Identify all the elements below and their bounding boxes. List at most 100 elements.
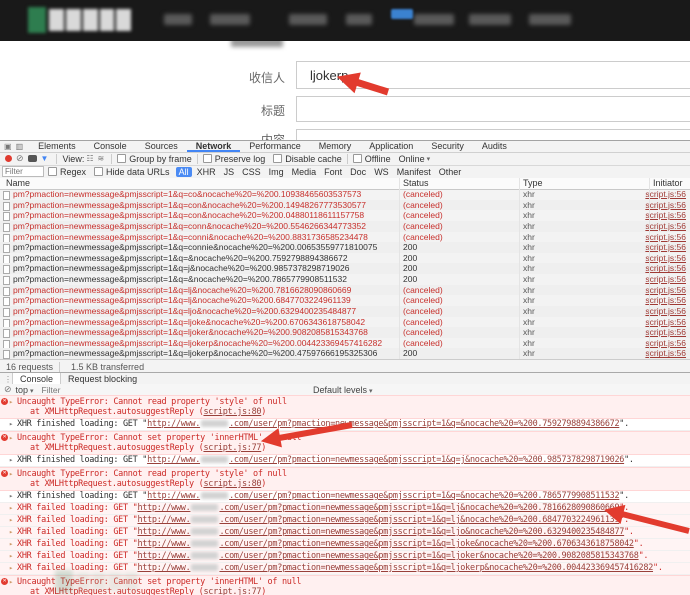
nav-item[interactable] bbox=[164, 14, 192, 25]
table-row[interactable]: pm?pmaction=newmessage&pmjsscript=1&q=lj… bbox=[0, 317, 690, 328]
nav-item[interactable] bbox=[414, 14, 454, 25]
initiator-link[interactable]: script.js:56 bbox=[645, 306, 686, 316]
filter-pill-xhr[interactable]: XHR bbox=[194, 167, 219, 177]
request-url-link[interactable]: http://www..com/user/pm?pmaction=newmess… bbox=[137, 503, 619, 513]
table-row[interactable]: pm?pmaction=newmessage&pmjsscript=1&q=lj… bbox=[0, 306, 690, 317]
request-url-link[interactable]: http://www..com/user/pm?pmaction=newmess… bbox=[137, 515, 619, 525]
initiator-link[interactable]: script.js:56 bbox=[645, 348, 686, 358]
recipient-input[interactable] bbox=[296, 61, 690, 89]
initiator-link[interactable]: script.js:56 bbox=[645, 232, 686, 242]
filter-pill-ws[interactable]: WS bbox=[371, 167, 392, 177]
expand-triangle-icon[interactable]: ▸ bbox=[9, 503, 13, 514]
inspect-element-icon[interactable]: ▣ bbox=[4, 142, 12, 151]
expand-triangle-icon[interactable]: ▸ bbox=[9, 577, 13, 587]
table-row[interactable]: pm?pmaction=newmessage&pmjsscript=1&q=lj… bbox=[0, 295, 690, 306]
expand-triangle-icon[interactable]: ▸ bbox=[9, 433, 13, 443]
initiator-link[interactable]: script.js:56 bbox=[645, 253, 686, 263]
table-row[interactable]: pm?pmaction=newmessage&pmjsscript=1&q=co… bbox=[0, 242, 690, 253]
request-url-link[interactable]: http://www..com/user/pm?pmaction=newmess… bbox=[147, 455, 624, 465]
expand-triangle-icon[interactable]: ▸ bbox=[9, 455, 13, 466]
title-input[interactable] bbox=[296, 96, 690, 122]
preserve-log-checkbox[interactable] bbox=[203, 154, 212, 163]
filter-pill-js[interactable]: JS bbox=[221, 167, 238, 177]
network-filter-input[interactable] bbox=[2, 166, 44, 177]
console-filter-input[interactable] bbox=[40, 384, 194, 396]
expand-triangle-icon[interactable]: ▸ bbox=[9, 491, 13, 502]
filter-pill-all[interactable]: All bbox=[176, 167, 192, 177]
tab-sources[interactable]: Sources bbox=[136, 141, 187, 152]
script-link[interactable]: script.js:80 bbox=[203, 407, 261, 417]
script-link[interactable]: script.js:80 bbox=[203, 479, 261, 489]
filter-pill-manifest[interactable]: Manifest bbox=[394, 167, 434, 177]
disable-cache-checkbox[interactable] bbox=[273, 154, 282, 163]
expand-triangle-icon[interactable]: ▸ bbox=[9, 469, 13, 479]
table-row[interactable]: pm?pmaction=newmessage&pmjsscript=1&q=&n… bbox=[0, 253, 690, 264]
request-url-link[interactable]: http://www..com/user/pm?pmaction=newmess… bbox=[147, 491, 619, 501]
expand-triangle-icon[interactable]: ▸ bbox=[9, 563, 13, 574]
initiator-link[interactable]: script.js:56 bbox=[645, 210, 686, 220]
tab-console[interactable]: Console bbox=[85, 141, 136, 152]
table-row[interactable]: pm?pmaction=newmessage&pmjsscript=1&q=co… bbox=[0, 232, 690, 243]
nav-item[interactable] bbox=[210, 14, 250, 25]
request-url-link[interactable]: http://www..com/user/pm?pmaction=newmess… bbox=[137, 527, 624, 537]
table-row[interactable]: pm?pmaction=newmessage&pmjsscript=1&q=co… bbox=[0, 200, 690, 211]
tab-network[interactable]: Network bbox=[187, 141, 241, 152]
filter-pill-doc[interactable]: Doc bbox=[347, 167, 369, 177]
hide-data-urls-checkbox[interactable] bbox=[94, 167, 103, 176]
expand-triangle-icon[interactable]: ▸ bbox=[9, 419, 13, 430]
clear-console-icon[interactable]: ⊘ bbox=[4, 384, 12, 395]
regex-checkbox[interactable] bbox=[48, 167, 57, 176]
expand-triangle-icon[interactable]: ▸ bbox=[9, 527, 13, 538]
expand-triangle-icon[interactable]: ▸ bbox=[9, 515, 13, 526]
table-row[interactable]: pm?pmaction=newmessage&pmjsscript=1&q=&n… bbox=[0, 274, 690, 285]
expand-triangle-icon[interactable]: ▸ bbox=[9, 397, 13, 407]
initiator-link[interactable]: script.js:56 bbox=[645, 189, 686, 199]
script-link[interactable]: script.js:77 bbox=[203, 443, 261, 453]
nav-item[interactable] bbox=[469, 14, 511, 25]
request-url-link[interactable]: http://www..com/user/pm?pmaction=newmess… bbox=[137, 551, 638, 561]
timeline-view-icon[interactable]: ≋ bbox=[98, 154, 105, 163]
log-levels-select[interactable]: Default levels ▾ bbox=[313, 385, 373, 395]
filter-funnel-icon[interactable]: ▼ bbox=[41, 154, 49, 163]
request-url-link[interactable]: http://www..com/user/pm?pmaction=newmess… bbox=[147, 419, 619, 429]
tab-security[interactable]: Security bbox=[422, 141, 473, 152]
initiator-link[interactable]: script.js:56 bbox=[645, 274, 686, 284]
filter-pill-font[interactable]: Font bbox=[321, 167, 345, 177]
expand-triangle-icon[interactable]: ▸ bbox=[9, 551, 13, 562]
initiator-link[interactable]: script.js:56 bbox=[645, 338, 686, 348]
request-url-link[interactable]: http://www..com/user/pm?pmaction=newmess… bbox=[137, 539, 633, 549]
group-by-frame-checkbox[interactable] bbox=[117, 154, 126, 163]
initiator-link[interactable]: script.js:56 bbox=[645, 221, 686, 231]
content-input[interactable] bbox=[296, 129, 690, 140]
initiator-link[interactable]: script.js:56 bbox=[645, 295, 686, 305]
tab-performance[interactable]: Performance bbox=[240, 141, 310, 152]
tab-audits[interactable]: Audits bbox=[473, 141, 516, 152]
column-header-initiator[interactable]: Initiator bbox=[653, 178, 683, 189]
nav-notification-badge[interactable] bbox=[391, 9, 413, 19]
initiator-link[interactable]: script.js:56 bbox=[645, 200, 686, 210]
filter-pill-other[interactable]: Other bbox=[436, 167, 465, 177]
initiator-link[interactable]: script.js:56 bbox=[645, 263, 686, 273]
vertical-dots-icon[interactable]: ⋮ bbox=[4, 375, 12, 384]
filter-pill-media[interactable]: Media bbox=[289, 167, 320, 177]
record-button[interactable] bbox=[5, 155, 12, 162]
nav-item[interactable] bbox=[289, 14, 327, 25]
tab-elements[interactable]: Elements bbox=[29, 141, 85, 152]
tab-memory[interactable]: Memory bbox=[310, 141, 361, 152]
clear-icon[interactable]: ⊘ bbox=[16, 153, 24, 164]
table-row[interactable]: pm?pmaction=newmessage&pmjsscript=1&q=lj… bbox=[0, 285, 690, 296]
column-header-status[interactable]: Status bbox=[403, 178, 429, 189]
large-rows-icon[interactable]: ☷ bbox=[86, 154, 93, 163]
initiator-link[interactable]: script.js:56 bbox=[645, 327, 686, 337]
table-row[interactable]: pm?pmaction=newmessage&pmjsscript=1&q=lj… bbox=[0, 338, 690, 349]
nav-item[interactable] bbox=[529, 14, 571, 25]
column-header-type[interactable]: Type bbox=[523, 178, 543, 189]
expand-triangle-icon[interactable]: ▸ bbox=[9, 539, 13, 550]
filter-pill-css[interactable]: CSS bbox=[239, 167, 264, 177]
nav-item[interactable] bbox=[346, 14, 372, 25]
tab-application[interactable]: Application bbox=[360, 141, 422, 152]
table-row[interactable]: pm?pmaction=newmessage&pmjsscript=1&q=j&… bbox=[0, 263, 690, 274]
initiator-link[interactable]: script.js:56 bbox=[645, 242, 686, 252]
table-row[interactable]: pm?pmaction=newmessage&pmjsscript=1&q=lj… bbox=[0, 327, 690, 338]
initiator-link[interactable]: script.js:56 bbox=[645, 285, 686, 295]
